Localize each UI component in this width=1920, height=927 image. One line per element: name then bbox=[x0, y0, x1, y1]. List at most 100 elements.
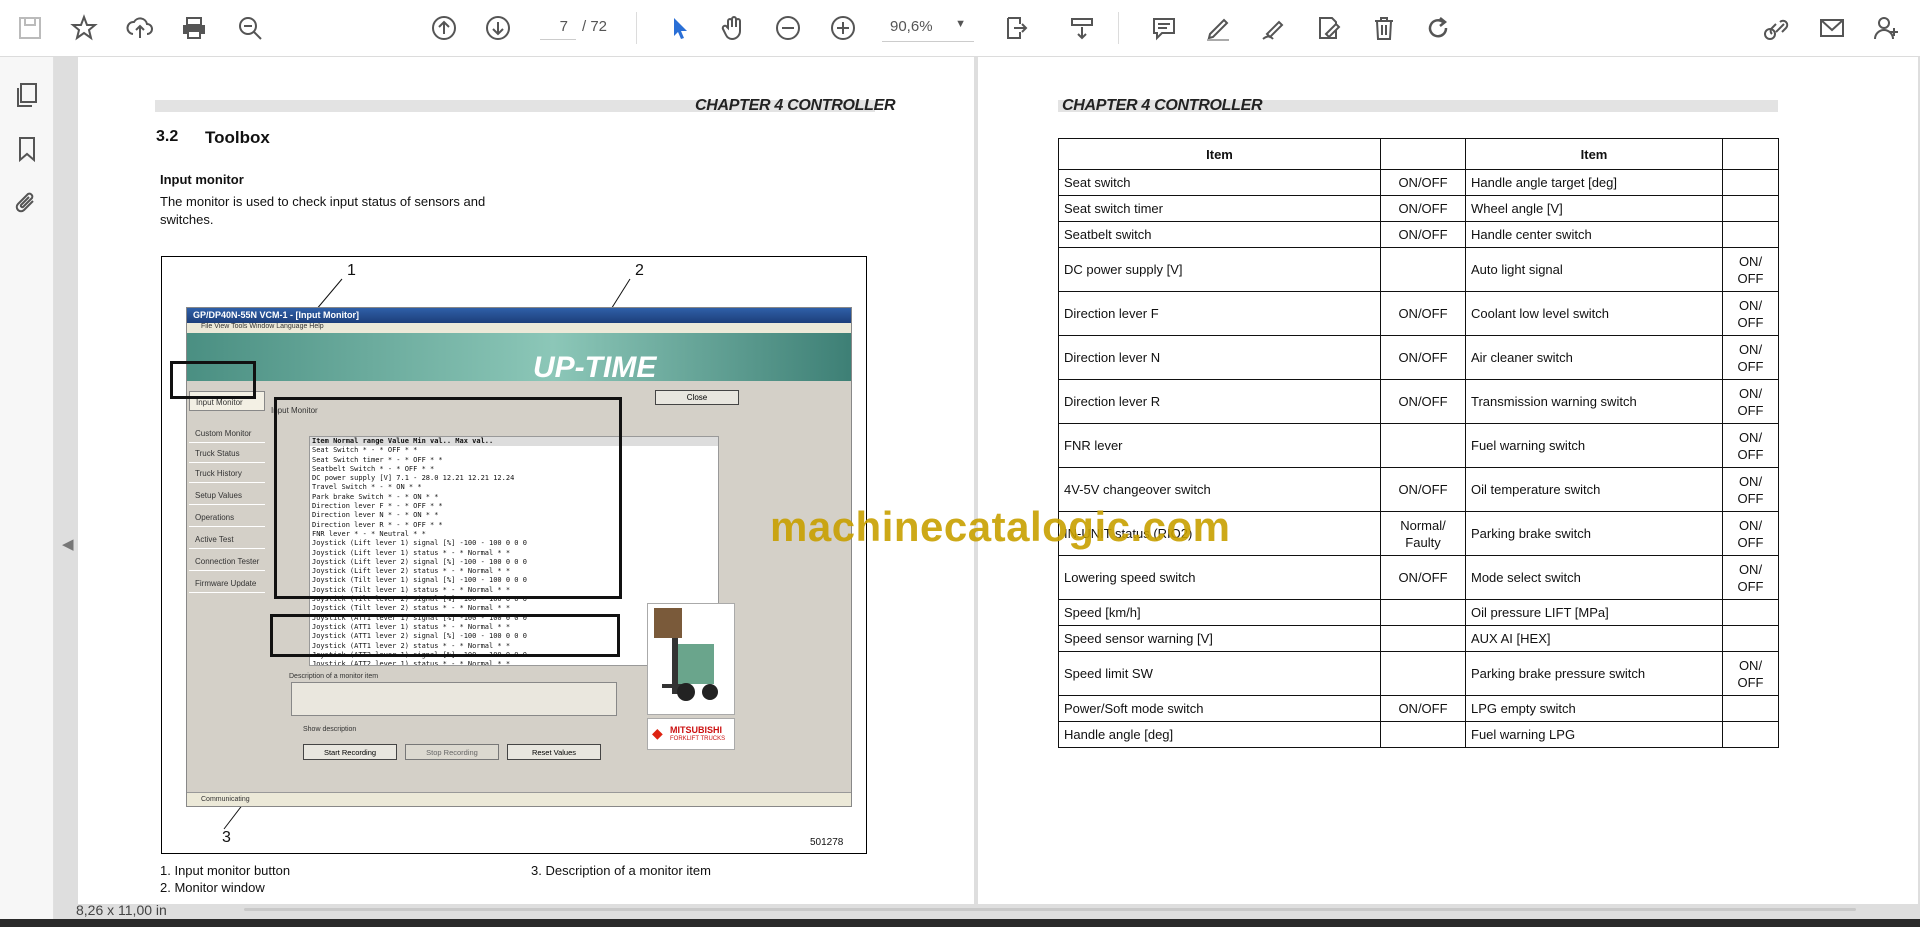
close-button: Close bbox=[655, 390, 739, 405]
table-cell: Seat switch timer bbox=[1058, 195, 1381, 222]
start-recording-button: Start Recording bbox=[303, 744, 397, 760]
table-row: Seat switch timer ON/OFF Wheel angle [V] bbox=[1058, 195, 1779, 222]
table-cell bbox=[1722, 221, 1779, 248]
function-menu: Input Monitor Custom Monitor Truck Statu… bbox=[187, 383, 267, 793]
document-viewport[interactable]: ◀ ◀ CHAPTER 4 CONTROLLER 3.2 Toolbox Inp… bbox=[54, 57, 1920, 919]
rotate-icon[interactable] bbox=[1420, 10, 1456, 46]
mitsubishi-diamond-icon: ◆ bbox=[652, 725, 663, 741]
page-fit-icon[interactable] bbox=[996, 10, 1036, 46]
table-cell: ON/OFF bbox=[1380, 195, 1466, 222]
toolbar: / 72 90,6% ▼ bbox=[0, 0, 1920, 57]
table-row: Speed limit SW Parking brake pressure swi… bbox=[1058, 651, 1779, 696]
table-cell: Fuel warning LPG bbox=[1465, 721, 1723, 748]
table-cell bbox=[1722, 695, 1779, 722]
mitsubishi-logo: ◆ MITSUBISHI FORKLIFT TRUCKS bbox=[647, 718, 735, 750]
page-total: / 72 bbox=[582, 18, 608, 35]
table-cell: ON/OFF bbox=[1380, 169, 1466, 196]
print-icon[interactable] bbox=[176, 10, 212, 46]
table-cell: ON/ OFF bbox=[1722, 291, 1779, 336]
horizontal-scrollbar[interactable] bbox=[244, 908, 1856, 911]
menu-item: Truck Status bbox=[189, 443, 265, 463]
previous-page-icon[interactable] bbox=[426, 10, 462, 46]
legend-item: 3. Description of a monitor item bbox=[531, 863, 711, 878]
table-row: DC power supply [V] Auto light signal ON/ … bbox=[1058, 247, 1779, 292]
chevron-down-icon: ▼ bbox=[955, 18, 966, 30]
brand-name: MITSUBISHI bbox=[670, 725, 723, 735]
table-cell: Handle angle target [deg] bbox=[1465, 169, 1723, 196]
table-cell: Oil temperature switch bbox=[1465, 467, 1723, 512]
select-cursor-icon[interactable] bbox=[662, 10, 698, 46]
table-cell bbox=[1380, 247, 1466, 292]
table-cell: Transmission warning switch bbox=[1465, 379, 1723, 424]
hand-tool-icon[interactable] bbox=[716, 10, 752, 46]
menu-item: Connection Tester bbox=[189, 551, 265, 571]
table-row: Direction lever R ON/OFF Transmission warn… bbox=[1058, 379, 1779, 424]
table-row: Direction lever F ON/OFF Coolant low level… bbox=[1058, 291, 1779, 336]
table-row: Power/Soft mode switch ON/OFF LPG empty sw… bbox=[1058, 695, 1779, 722]
attachments-paperclip-icon[interactable] bbox=[9, 185, 45, 221]
table-cell: Mode select switch bbox=[1465, 555, 1723, 600]
menubar: File View Tools Window Language Help bbox=[187, 323, 851, 333]
next-page-icon[interactable] bbox=[480, 10, 516, 46]
zoom-level-select[interactable]: 90,6% ▼ bbox=[882, 14, 974, 42]
menu-item: Firmware Update bbox=[189, 573, 265, 593]
column-header bbox=[1722, 138, 1779, 170]
banner: UP-TIME bbox=[187, 333, 851, 384]
save-icon[interactable] bbox=[12, 10, 48, 46]
description-label: Description of a monitor item bbox=[289, 673, 379, 680]
table-cell: ON/OFF bbox=[1380, 695, 1466, 722]
column-header: Item bbox=[1058, 138, 1381, 170]
highlight-pen-icon[interactable] bbox=[1200, 10, 1236, 46]
menu-item: Operations bbox=[189, 507, 265, 527]
page-number-input[interactable] bbox=[540, 14, 576, 40]
zoom-in-icon[interactable] bbox=[825, 10, 861, 46]
upload-cloud-icon[interactable] bbox=[122, 10, 158, 46]
body-text-line: switches. bbox=[160, 212, 214, 227]
table-cell: Seat switch bbox=[1058, 169, 1381, 196]
comment-icon[interactable] bbox=[1146, 10, 1182, 46]
email-icon[interactable] bbox=[1814, 10, 1850, 46]
fill-sign-icon[interactable] bbox=[1310, 10, 1346, 46]
column-header: Item bbox=[1465, 138, 1723, 170]
scroll-mode-icon[interactable] bbox=[1064, 10, 1100, 46]
bookmarks-icon[interactable] bbox=[9, 131, 45, 167]
table-cell: ON/ OFF bbox=[1722, 423, 1779, 468]
stop-recording-button: Stop Recording bbox=[405, 744, 499, 760]
pdf-page-left: CHAPTER 4 CONTROLLER 3.2 Toolbox Input m… bbox=[78, 57, 974, 904]
toolbar-divider bbox=[636, 12, 637, 44]
zoom-out-search-icon[interactable] bbox=[232, 10, 268, 46]
table-row: Handle angle [deg] Fuel warning LPG bbox=[1058, 721, 1779, 748]
section-title: Toolbox bbox=[205, 128, 270, 147]
highlight-input-monitor-button bbox=[170, 361, 256, 399]
table-cell: Seatbelt switch bbox=[1058, 221, 1381, 248]
table-row: Seatbelt switch ON/OFF Handle center switc… bbox=[1058, 221, 1779, 248]
table-cell: ON/ OFF bbox=[1722, 247, 1779, 292]
table-cell bbox=[1722, 721, 1779, 748]
table-cell: Speed sensor warning [V] bbox=[1058, 625, 1381, 652]
table-cell: ON/OFF bbox=[1380, 335, 1466, 380]
pages-thumbnails-icon[interactable] bbox=[9, 77, 45, 113]
pdf-page-right: CHAPTER 4 CONTROLLER Item Item Seat swit… bbox=[978, 57, 1918, 904]
table-cell bbox=[1722, 599, 1779, 626]
add-user-icon[interactable] bbox=[1868, 10, 1904, 46]
table-cell: Wheel angle [V] bbox=[1465, 195, 1723, 222]
table-cell: Normal/ Faulty bbox=[1380, 511, 1466, 556]
menu-item: Truck History bbox=[189, 463, 265, 483]
share-link-icon[interactable] bbox=[1758, 10, 1794, 46]
table-row: FNR lever Fuel warning switch ON/ OFF bbox=[1058, 423, 1779, 468]
reset-values-button: Reset Values bbox=[507, 744, 601, 760]
table-cell: Coolant low level switch bbox=[1465, 291, 1723, 336]
collapse-left-panel-icon[interactable]: ◀ bbox=[62, 535, 74, 553]
delete-trash-icon[interactable] bbox=[1366, 10, 1402, 46]
table-cell bbox=[1380, 721, 1466, 748]
draw-icon[interactable] bbox=[1255, 10, 1291, 46]
table-cell: Speed [km/h] bbox=[1058, 599, 1381, 626]
zoom-out-icon[interactable] bbox=[770, 10, 806, 46]
table-cell bbox=[1380, 423, 1466, 468]
column-header bbox=[1380, 138, 1466, 170]
body-text-line: The monitor is used to check input statu… bbox=[160, 194, 486, 209]
bookmark-star-icon[interactable] bbox=[66, 10, 102, 46]
brand-sub: FORKLIFT TRUCKS bbox=[670, 736, 726, 742]
table-cell: ON/OFF bbox=[1380, 291, 1466, 336]
table-cell: AUX AI [HEX] bbox=[1465, 625, 1723, 652]
